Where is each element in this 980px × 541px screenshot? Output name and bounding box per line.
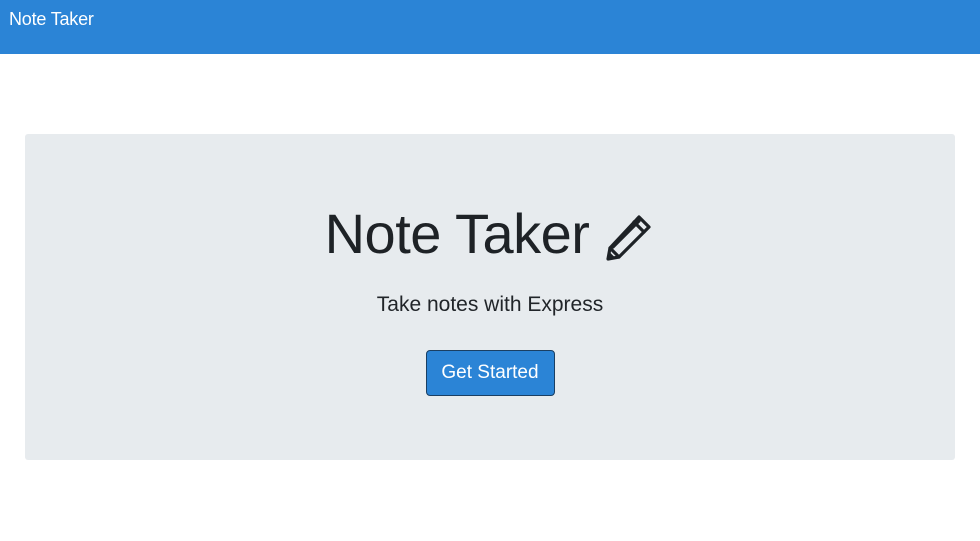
pencil-icon xyxy=(603,211,655,263)
hero-subtitle: Take notes with Express xyxy=(376,293,604,316)
navbar-brand[interactable]: Note Taker xyxy=(9,8,94,30)
navbar: Note Taker xyxy=(0,0,980,54)
hero-title: Note Taker xyxy=(324,202,590,265)
hero-cta-wrap: Get Started xyxy=(25,350,955,396)
hero-jumbotron: Note Taker Take notes with Express Get S… xyxy=(25,134,955,460)
get-started-button[interactable]: Get Started xyxy=(425,350,555,396)
hero-title-row: Note Taker xyxy=(25,200,955,268)
